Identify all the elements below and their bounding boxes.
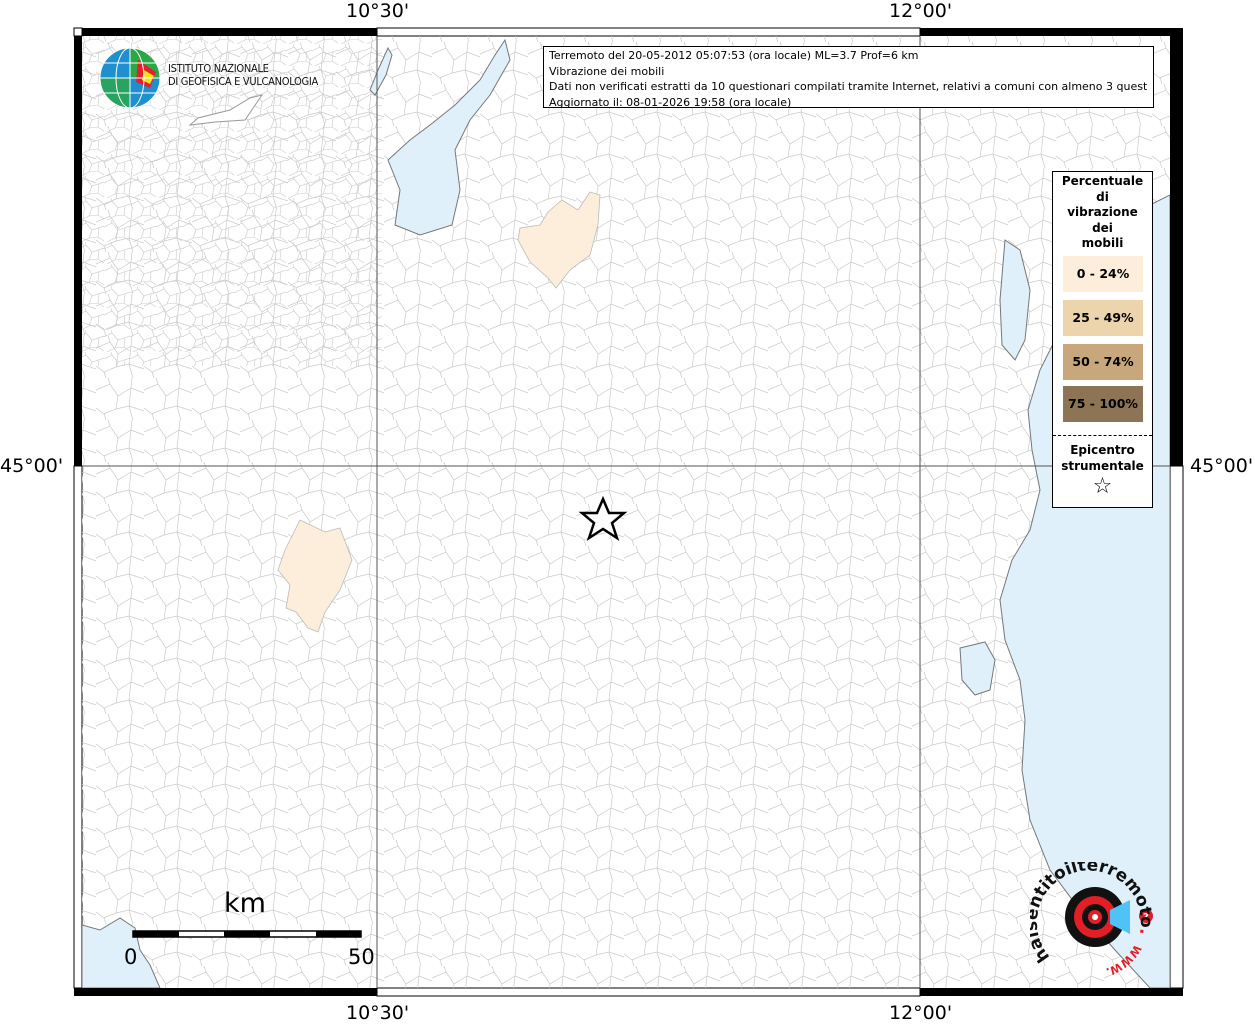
lon-tick-top-2: 12°00' [889,0,953,22]
legend-title-line: Percentuale [1061,174,1144,188]
lon-tick-bottom-1: 10°30' [346,1002,410,1024]
event-title: Terremoto del 20-05-2012 05:07:53 (ora l… [549,49,919,62]
legend-epi-line: Epicentro [1070,443,1135,457]
legend-epicenter-star-icon: ☆ [1092,474,1113,499]
data-note: Dati non verificati estratti da 10 quest… [549,80,1148,93]
lon-tick-top-1: 10°30' [346,0,410,22]
legend-title-line: mobili [1081,236,1124,250]
svg-text:WWW.: WWW. [1104,943,1143,977]
update-timestamp: Aggiornato il: 08-01-2026 19:58 (ora loc… [549,95,792,109]
legend-separator [1053,435,1152,436]
legend-class-25-49: 25 - 49% [1063,300,1143,336]
legend-title-line: vibrazione [1067,205,1138,219]
scale-start: 0 [124,945,138,969]
scale-end: 50 [348,945,375,969]
haisentito-logo: ? haisentitoilterremoto.it WWW. [1030,862,1156,977]
event-info-box: Terremoto del 20-05-2012 05:07:53 (ora l… [543,46,1154,109]
legend: Percentuale di vibrazione dei mobili 0 -… [1052,171,1153,508]
legend-title-line: dei [1092,220,1113,235]
scale-unit: km [224,888,266,919]
legend-epicenter-label: Epicentro strumentale [1053,442,1152,474]
ingv-logo-globe [99,47,161,109]
ingv-line1: ISTITUTO NAZIONALE [168,62,269,75]
legend-class-0-24: 0 - 24% [1063,256,1143,292]
lat-tick-left: 45°00' [0,455,64,477]
legend-title-line: di [1096,189,1109,204]
lon-tick-bottom-2: 12°00' [889,1002,953,1024]
scale-bar [132,930,362,938]
hsn-www-text: WWW. [1104,943,1143,977]
legend-class-75-100: 75 - 100% [1063,386,1143,422]
legend-epi-line: strumentale [1061,459,1144,473]
legend-title: Percentuale di vibrazione dei mobili [1053,174,1152,252]
map-subject: Vibrazione dei mobili [549,64,665,78]
ingv-line2: DI GEOFISICA E VULCANOLOGIA [168,75,318,88]
lat-tick-right: 45°00' [1190,455,1254,477]
legend-class-50-74: 50 - 74% [1063,344,1143,380]
ingv-logo-text: ISTITUTO NAZIONALE DI GEOFISICA E VULCAN… [168,62,318,88]
